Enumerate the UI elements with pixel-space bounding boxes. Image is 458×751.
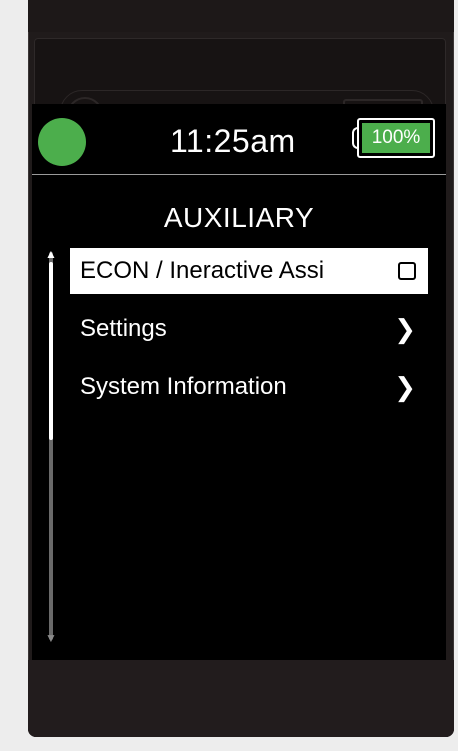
status-divider	[32, 174, 446, 175]
status-bar: 11:25am 100%	[32, 104, 446, 174]
menu-item-label: System Information	[80, 373, 287, 400]
clock-time: 11:25am	[170, 123, 296, 159]
menu-item-label: ECON / Ineractive Assi	[80, 257, 325, 284]
bottom-bezel	[28, 660, 454, 737]
top-bezel	[28, 0, 454, 32]
chevron-right-icon: ❯	[394, 314, 416, 344]
arrow-up-icon[interactable]: ▲	[45, 248, 57, 260]
menu-item-settings[interactable]: Settings ❯	[70, 306, 428, 352]
arrow-down-icon[interactable]: ▼	[45, 632, 57, 644]
chevron-right-icon: ❯	[394, 372, 416, 402]
device-screen: 11:25am 100% AUXILIARY ▲ ▼ ECON / Inerac…	[32, 104, 446, 660]
menu-item-system-information[interactable]: System Information ❯	[70, 364, 428, 410]
page-title: AUXILIARY	[163, 202, 315, 233]
scrollbar[interactable]	[49, 252, 53, 640]
status-indicator-dot	[38, 118, 86, 166]
menu-item-econ-interactive-assist[interactable]: ECON / Ineractive Assi	[70, 248, 428, 294]
battery-body: 100%	[357, 118, 435, 158]
device-frame: 11:25am 100% AUXILIARY ▲ ▼ ECON / Inerac…	[28, 0, 454, 737]
scrollbar-thumb[interactable]	[49, 262, 53, 440]
battery-icon: 100%	[352, 118, 436, 158]
menu-list: ECON / Ineractive Assi Settings ❯ System…	[70, 248, 428, 422]
battery-level: 100%	[362, 123, 430, 153]
checkbox-icon[interactable]	[398, 262, 416, 280]
menu-item-label: Settings	[80, 315, 167, 342]
